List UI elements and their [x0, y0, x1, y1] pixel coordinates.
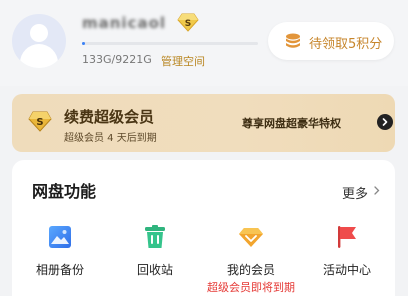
feature-activity-center[interactable]: 活动中心 [302, 224, 392, 278]
diamond-icon [238, 224, 264, 250]
vip-expiry-text: 超级会员 4 天后到期 [64, 133, 157, 144]
claim-points-label: 待领取5积分 [309, 37, 383, 52]
svg-text:S: S [185, 19, 191, 29]
username: manicaol [82, 14, 167, 32]
vip-renew-title: 续费超级会员 [64, 108, 155, 126]
drive-features-card: 网盘功能 更多 相册备份 回收站 我的会员 超级会员即将到期 活动中心 [12, 160, 395, 296]
vip-renew-card[interactable]: S 续费超级会员 超级会员 4 天后到期 尊享网盘超豪华特权 [12, 94, 395, 152]
storage-progress-fill [82, 42, 85, 45]
manage-space-link[interactable]: 管理空间 [161, 53, 205, 69]
feature-label: 我的会员 [226, 263, 275, 277]
arrow-right-icon[interactable] [377, 114, 393, 130]
feature-recycle-bin[interactable]: 回收站 [110, 224, 200, 278]
recycle-bin-icon [142, 224, 168, 250]
avatar-head-shape [30, 24, 48, 42]
membership-expiry-hint: 超级会员即将到期 [207, 281, 295, 294]
feature-label: 回收站 [136, 263, 173, 277]
profile-header: manicaol S 133G/9221G 管理空间 待领取5积分 [0, 0, 408, 86]
coin-stack-icon [284, 32, 302, 50]
vip-badge-icon: S [177, 13, 199, 32]
flag-icon [334, 224, 360, 250]
photo-album-icon [47, 224, 73, 250]
vip-badge-icon: S [28, 111, 52, 132]
vip-privilege-text: 尊享网盘超豪华特权 [242, 117, 341, 130]
more-link[interactable]: 更多 [342, 183, 368, 202]
storage-progress-bar [82, 42, 258, 45]
claim-points-button[interactable]: 待领取5积分 [268, 22, 394, 60]
feature-my-membership[interactable]: 我的会员 超级会员即将到期 [206, 224, 296, 295]
feature-label: 活动中心 [322, 263, 371, 277]
storage-usage-text: 133G/9221G [82, 53, 152, 66]
feature-label: 相册备份 [35, 263, 84, 277]
avatar-body-shape [20, 44, 58, 68]
chevron-right-icon[interactable] [374, 186, 380, 195]
section-title: 网盘功能 [32, 182, 97, 201]
svg-text:S: S [36, 117, 43, 128]
avatar[interactable] [12, 14, 66, 68]
feature-photo-backup[interactable]: 相册备份 [15, 224, 105, 278]
